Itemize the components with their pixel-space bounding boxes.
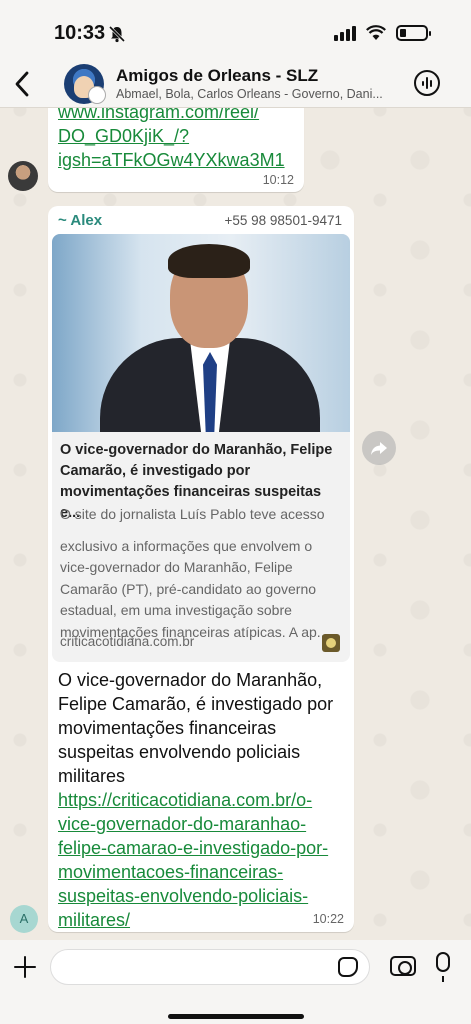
audio-chat-icon[interactable] (414, 70, 440, 96)
cellular-signal-icon (334, 26, 356, 41)
message-link[interactable]: www.instagram.com/reel/ DO_GD0KjiK_/? ig… (58, 100, 294, 172)
wifi-icon (366, 25, 386, 40)
sender-phone[interactable]: +55 98 98501-9471 (225, 213, 343, 228)
message-bubble[interactable]: www.instagram.com/reel/ DO_GD0KjiK_/? ig… (48, 96, 304, 192)
home-indicator (168, 1014, 304, 1019)
sender-name[interactable]: ~ Alex (58, 212, 102, 229)
chat-header[interactable]: Amigos de Orleans - SLZ Abmael, Bola, Ca… (0, 62, 471, 108)
chat-participants[interactable]: Abmael, Bola, Carlos Orleans - Governo, … (116, 87, 406, 101)
preview-domain: criticacotidiana.com.br (60, 634, 195, 649)
message-url[interactable]: https://criticacotidiana.com.br/o-vice-g… (58, 788, 348, 932)
status-time: 10:33 (54, 22, 106, 44)
status-bar: 10:33 (0, 0, 471, 62)
preview-description: O site do jornalista Luís Pablo teve ace… (60, 506, 329, 640)
sender-avatar[interactable]: A (10, 905, 38, 933)
chat-title[interactable]: Amigos de Orleans - SLZ (116, 66, 318, 86)
message-time: 10:22 (312, 912, 344, 926)
back-chevron-icon[interactable] (12, 70, 32, 98)
sticker-icon[interactable] (338, 957, 358, 977)
plus-icon[interactable] (14, 956, 36, 978)
link-preview-card[interactable]: O vice-governador do Maranhão, Felipe Ca… (52, 234, 350, 662)
message-composer (0, 940, 471, 1024)
message-bubble[interactable]: ~ Alex +55 98 98501-9471 O vice-governad… (48, 206, 354, 932)
forward-arrow-icon (371, 442, 387, 455)
message-time: 10:12 (262, 173, 294, 187)
microphone-icon[interactable] (436, 952, 450, 982)
sender-avatar[interactable] (8, 161, 38, 191)
site-favicon-icon (322, 634, 340, 652)
message-text: O vice-governador do Maranhão, Felipe Ca… (58, 668, 348, 932)
message-input[interactable] (50, 949, 370, 985)
battery-icon (396, 25, 431, 41)
camera-icon[interactable] (390, 956, 416, 976)
bell-off-icon (108, 25, 126, 43)
preview-image (52, 234, 350, 432)
forward-button[interactable] (362, 431, 396, 465)
status-ring-icon (88, 86, 106, 104)
